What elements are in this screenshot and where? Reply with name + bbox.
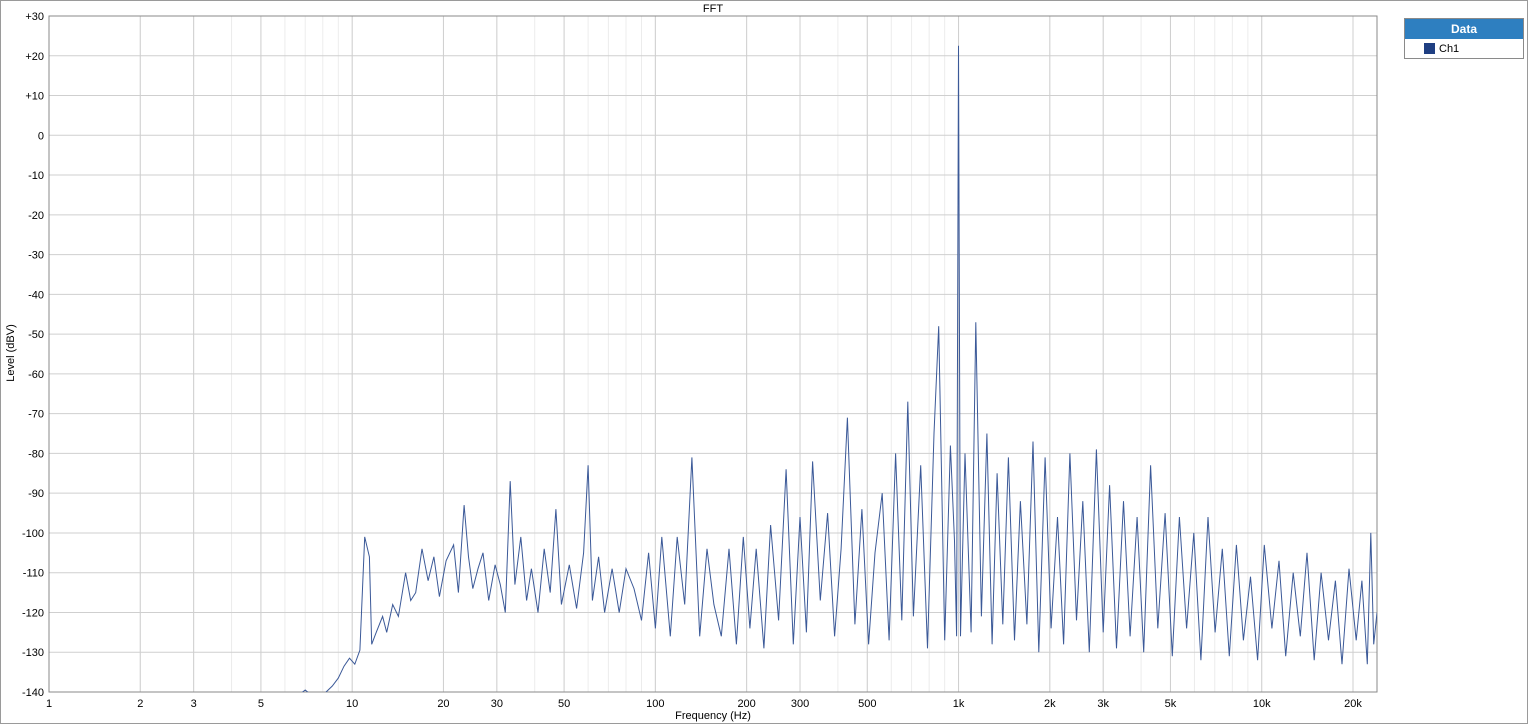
- x-tick-label: 1: [46, 698, 52, 710]
- legend-swatch-ch1: [1424, 43, 1435, 54]
- y-tick-labels: +30 +20 +10 0 -10 -20 -30 -40 -50 -60 -70 -80 -90 -10…: [22, 11, 44, 699]
- y-tick-label: -110: [23, 568, 44, 580]
- y-tick-label: -10: [28, 170, 44, 182]
- y-tick-label: -130: [22, 647, 44, 659]
- x-tick-label: 30: [491, 698, 503, 710]
- x-tick-label: 20k: [1344, 698, 1362, 710]
- x-tick-label: 3k: [1097, 698, 1109, 710]
- y-tick-label: -70: [28, 409, 44, 421]
- fft-chart: +30 +20 +10 0 -10 -20 -30 -40 -50 -60 -70 -80 -90 -10…: [5, 3, 1378, 722]
- y-tick-label: -100: [22, 528, 44, 540]
- x-tick-label: 1k: [953, 698, 965, 710]
- y-tick-label: 0: [38, 130, 44, 142]
- x-tick-label: 50: [558, 698, 570, 710]
- y-tick-label: -140: [22, 687, 44, 699]
- y-tick-label: -40: [28, 289, 44, 301]
- x-tick-labels: 1 2 3 5 10 20 30 50 100 200 300 500 1k 2k 3k 5k 10k 20k: [46, 698, 1362, 710]
- plot-area-border: [48, 15, 1378, 693]
- x-tick-label: 200: [737, 698, 755, 710]
- x-tick-label: 10k: [1253, 698, 1271, 710]
- legend: Data Ch1: [1404, 18, 1524, 59]
- chart-panel: +30 +20 +10 0 -10 -20 -30 -40 -50 -60 -70 -80 -90 -10…: [0, 0, 1528, 724]
- y-tick-label: +20: [25, 51, 44, 63]
- y-tick-label: +10: [25, 91, 44, 103]
- minor-gridlines: [48, 16, 1354, 692]
- x-tick-label: 5k: [1165, 698, 1177, 710]
- x-tick-label: 500: [858, 698, 876, 710]
- chart-title: FFT: [703, 3, 723, 15]
- x-tick-label: 10: [346, 698, 358, 710]
- y-tick-label: +30: [25, 11, 44, 23]
- x-axis-label: Frequency (Hz): [675, 710, 751, 722]
- y-tick-label: -80: [28, 448, 44, 460]
- x-tick-label: 3: [191, 698, 197, 710]
- y-tick-label: -60: [28, 369, 44, 381]
- major-gridlines: [48, 15, 1377, 693]
- y-axis-label: Level (dBV): [5, 324, 17, 381]
- y-tick-label: -20: [28, 210, 44, 222]
- x-tick-label: 300: [791, 698, 809, 710]
- x-tick-label: 20: [437, 698, 449, 710]
- legend-title: Data: [1405, 19, 1523, 39]
- legend-item-label: Ch1: [1439, 42, 1460, 55]
- x-tick-label: 2k: [1044, 698, 1056, 710]
- y-tick-label: -50: [28, 329, 44, 341]
- legend-item-ch1[interactable]: Ch1: [1405, 39, 1523, 58]
- x-tick-label: 2: [137, 698, 143, 710]
- y-tick-label: -120: [22, 607, 44, 619]
- y-tick-label: -90: [28, 488, 44, 500]
- y-tick-label: -30: [28, 250, 44, 262]
- x-tick-label: 5: [258, 698, 264, 710]
- x-tick-label: 100: [646, 698, 664, 710]
